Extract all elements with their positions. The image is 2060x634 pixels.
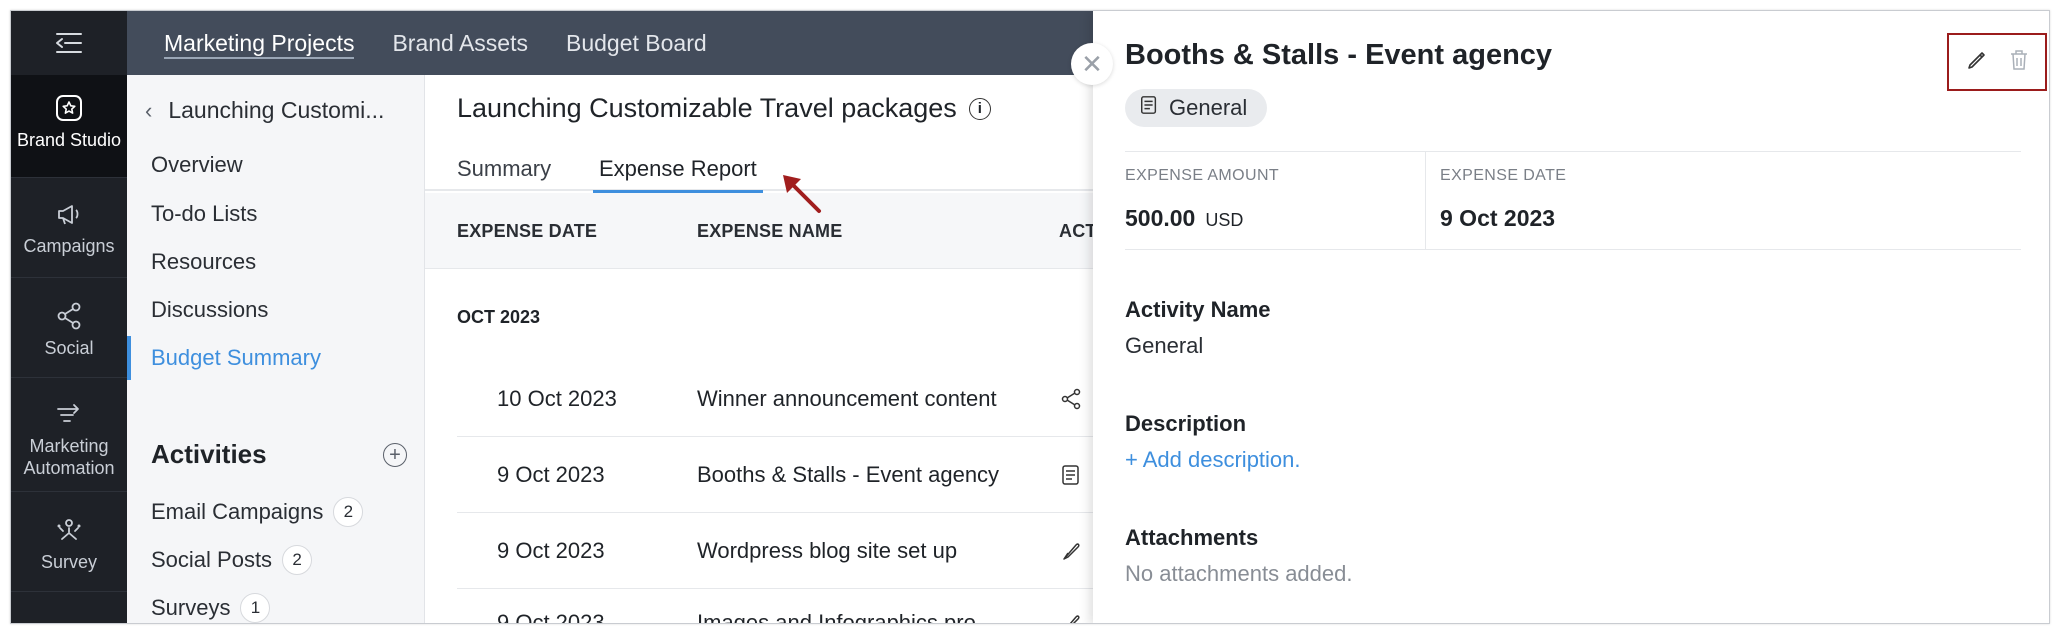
pencil-icon	[1967, 51, 1985, 69]
expense-name: Wordpress blog site set up	[697, 538, 958, 563]
expense-name: Winner announcement content	[697, 386, 997, 411]
expense-name: Booths & Stalls - Event agency	[697, 462, 1000, 487]
count-badge: 2	[282, 545, 313, 575]
divider	[1425, 151, 1426, 249]
tab-brand-assets[interactable]: Brand Assets	[392, 11, 528, 75]
activity-chip: General	[1125, 89, 1268, 127]
megaphone-icon	[54, 199, 84, 229]
expense-amount: 500.00 USD	[1125, 205, 1243, 232]
expense-date-value: 9 Oct 2023	[1440, 205, 1556, 231]
activity-surveys[interactable]: Surveys 1	[151, 593, 271, 623]
count-badge: 2	[333, 497, 364, 527]
expense-name: Images and Infographics pro...	[697, 610, 995, 624]
rail-label: Survey	[40, 552, 98, 572]
table-row[interactable]: 10 Oct 2023 Winner announcement content …	[457, 361, 1125, 437]
table-row[interactable]: 9 Oct 2023 Images and Infographics pro..…	[457, 589, 1125, 623]
attachments-label: Attachments	[1125, 525, 1259, 550]
activity-social-posts[interactable]: Social Posts 2	[151, 545, 313, 575]
table-row[interactable]: 9 Oct 2023 Wordpress blog site set up N	[457, 513, 1125, 589]
tab-expense-report[interactable]: Expense Report	[593, 147, 763, 193]
breadcrumb-label: Launching Customi...	[168, 97, 385, 123]
table-row[interactable]: 9 Oct 2023 Booths & Stalls - Event agenc…	[457, 437, 1125, 513]
panel-actions	[1947, 33, 2047, 91]
activity-name-label: Activity Name	[1125, 297, 1271, 322]
rail-label: Marketing Automation	[23, 436, 115, 478]
activity-name-value: General	[1125, 333, 1204, 358]
expense-date: 9 Oct 2023	[497, 610, 605, 624]
activities-heading: Activities	[151, 439, 267, 469]
divider	[1125, 249, 2021, 250]
rail-label: Campaigns	[23, 236, 115, 256]
share-icon	[1059, 387, 1083, 411]
trash-icon	[2010, 49, 2027, 70]
amount-value: 500.00	[1125, 205, 1196, 231]
expense-date: 9 Oct 2023	[497, 538, 605, 563]
expense-date: 9 Oct 2023	[497, 462, 605, 487]
rail-divider	[11, 591, 127, 592]
activity-label: Email Campaigns	[151, 499, 324, 524]
close-panel-button[interactable]: ✕	[1071, 43, 1113, 85]
project-title: Launching Customizable Travel packages	[457, 93, 957, 123]
survey-icon	[54, 515, 84, 545]
page-title: Launching Customizable Travel packages i	[457, 93, 991, 124]
rail-item-social[interactable]: Social	[11, 277, 127, 377]
tab-marketing-projects[interactable]: Marketing Projects	[164, 11, 355, 75]
sidebar-item-overview[interactable]: Overview	[127, 143, 425, 187]
rail-item-survey[interactable]: Survey	[11, 491, 127, 591]
currency: USD	[1205, 210, 1244, 230]
expense-report-view: Launching Customizable Travel packages i…	[425, 75, 1125, 623]
expense-date-label: EXPENSE DATE	[1440, 167, 1567, 184]
rail-item-brand-studio[interactable]: Brand Studio	[11, 75, 127, 177]
activity-label: Surveys	[151, 595, 231, 620]
close-icon: ✕	[1081, 48, 1103, 79]
top-navigation: Marketing Projects Brand Assets Budget B…	[127, 11, 1127, 75]
automation-icon	[54, 399, 84, 429]
sidebar-item-discussions[interactable]: Discussions	[127, 288, 425, 332]
activity-email-campaigns[interactable]: Email Campaigns 2	[151, 497, 364, 527]
info-icon[interactable]: i	[968, 97, 991, 120]
plus-icon: +	[389, 444, 401, 466]
sidebar-item-resources[interactable]: Resources	[127, 240, 425, 284]
sidebar-item-budget-summary[interactable]: Budget Summary	[127, 336, 425, 380]
feather-icon	[1059, 611, 1083, 623]
rail-label: Brand Studio	[16, 130, 122, 150]
expense-date: 10 Oct 2023	[497, 386, 617, 411]
add-activity-button[interactable]: +	[383, 443, 407, 467]
brand-studio-icon	[54, 93, 84, 123]
add-description-link[interactable]: + Add description.	[1125, 447, 1301, 473]
expense-detail-panel: ✕ Booths & Stalls - Event agency General…	[1071, 11, 2049, 623]
menu-collapse-icon	[56, 33, 82, 53]
annotation-arrow-icon	[783, 175, 821, 213]
rail-item-campaigns[interactable]: Campaigns	[11, 177, 127, 277]
attachments-empty-text: No attachments added.	[1125, 561, 1353, 586]
app-rail: Brand Studio Campaigns Social Marketing …	[11, 11, 127, 623]
chevron-left-icon: ‹	[145, 97, 153, 123]
breadcrumb[interactable]: ‹ Launching Customi...	[143, 97, 384, 124]
group-heading: OCT 2023	[457, 307, 541, 327]
tab-summary[interactable]: Summary	[457, 147, 551, 191]
description-label: Description	[1125, 411, 1247, 436]
collapse-menu-button[interactable]	[11, 11, 127, 75]
expense-amount-label: EXPENSE AMOUNT	[1125, 167, 1280, 184]
rail-label: Social	[44, 338, 94, 358]
edit-button[interactable]	[1965, 48, 1989, 77]
project-sidebar: ‹ Launching Customi... Overview To-do Li…	[127, 75, 425, 623]
chip-label: General	[1169, 95, 1248, 120]
divider	[1125, 151, 2021, 152]
sidebar-item-todo-lists[interactable]: To-do Lists	[127, 192, 425, 236]
tab-budget-board[interactable]: Budget Board	[566, 11, 707, 75]
share-icon	[54, 301, 84, 331]
app-window: Brand Studio Campaigns Social Marketing …	[10, 10, 2050, 624]
content-tabs: Summary Expense Report	[425, 147, 1125, 193]
delete-button[interactable]	[2008, 48, 2030, 77]
feather-icon	[1059, 539, 1083, 563]
document-icon	[1139, 95, 1159, 121]
count-badge: 1	[240, 593, 271, 623]
expense-title: Booths & Stalls - Event agency	[1125, 39, 1553, 71]
column-header-expense-date[interactable]: EXPENSE DATE	[457, 193, 597, 269]
activity-label: Social Posts	[151, 547, 273, 572]
table-header: EXPENSE DATE EXPENSE NAME ACTI	[425, 193, 1125, 269]
document-icon	[1059, 463, 1083, 487]
rail-item-marketing-automation[interactable]: Marketing Automation	[11, 377, 127, 491]
